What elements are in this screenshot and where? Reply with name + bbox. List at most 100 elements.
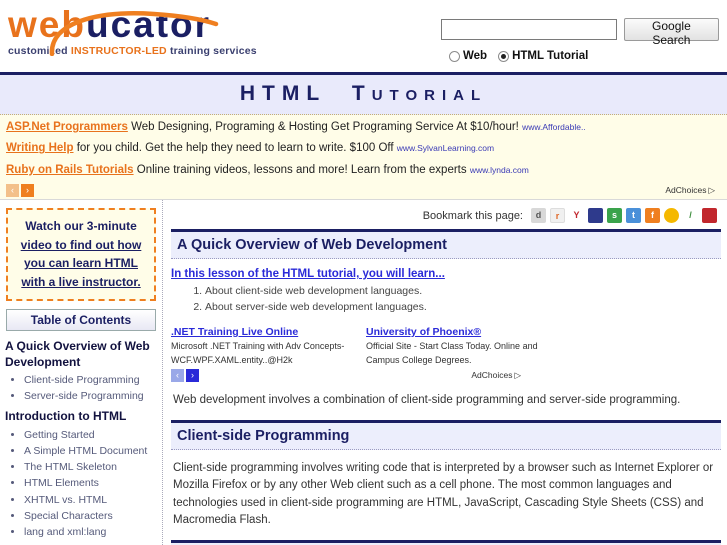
promo-link-2[interactable]: video to find out how <box>21 238 142 252</box>
toc-link[interactable]: Server-side Programming <box>24 390 144 402</box>
toc-link[interactable]: HTML Elements <box>24 477 99 489</box>
toc-section-1: A Quick Overview of Web Development Clie… <box>4 338 158 405</box>
list-item: About client-side web development langua… <box>205 284 721 300</box>
tagline-training-services: training services <box>169 45 257 57</box>
top-ad-1-title[interactable]: ASP.Net Programmers <box>6 121 128 133</box>
search-input[interactable] <box>441 19 617 40</box>
toc-link[interactable]: lang and xml:lang <box>24 526 106 538</box>
main-content: Bookmark this page: d r Y s t f / A Quic… <box>163 200 727 545</box>
video-promo-box[interactable]: Watch our 3-minute video to find out how… <box>6 208 156 301</box>
search-scope-radios: Web HTML Tutorial <box>441 50 719 62</box>
radio-html-tutorial[interactable] <box>498 50 510 62</box>
adchoices-triangle-icon: ▷ <box>708 185 715 196</box>
tagline-customized: customized <box>8 45 71 57</box>
inline-ad-2-title[interactable]: University of Phoenix® <box>366 326 541 338</box>
page-title-html: HTML <box>239 82 327 105</box>
ad-prev-arrow-icon[interactable]: ‹ <box>6 184 19 198</box>
inline-ad-2-line1: Official Site - Start Class Today. Onlin… <box>366 340 538 351</box>
lesson-objectives-list: About client-side web development langua… <box>171 284 721 316</box>
client-side-paragraph: Client-side programming involves writing… <box>173 462 714 526</box>
inline-ad-columns: .NET Training Live Online Microsoft .NET… <box>171 326 721 367</box>
inline-ad-1-line2: WCF.WPF.XAML.entity..@H2k <box>171 355 293 366</box>
top-ad-2-title[interactable]: Writing Help <box>6 142 74 154</box>
mixx-icon[interactable] <box>664 208 679 224</box>
google-search-button[interactable]: Google Search <box>623 18 719 47</box>
promo-line-4: with a live instructor. <box>12 273 150 292</box>
logo-tagline: customized INSTRUCTOR-LED training servi… <box>8 45 257 57</box>
stumbleupon-icon[interactable]: s <box>607 208 622 224</box>
inline-adchoices[interactable]: AdChoices ▷ <box>471 370 521 381</box>
toc-section-2-title[interactable]: Introduction to HTML <box>5 408 158 424</box>
list-item[interactable]: Getting Started <box>24 427 158 443</box>
table-of-contents-heading: Table of Contents <box>6 308 156 331</box>
section-heading-html: HTML <box>171 540 721 545</box>
top-ad-2-text: for you child. Get the help they need to… <box>73 142 397 155</box>
digg-icon[interactable] <box>588 208 603 224</box>
toc-link[interactable]: Special Characters <box>24 510 113 522</box>
promo-link-4[interactable]: with a live instructor. <box>21 275 140 289</box>
promo-line-3: you can learn HTML <box>12 254 150 273</box>
list-item[interactable]: Client-side Programming <box>24 372 158 388</box>
facebook-icon[interactable]: f <box>645 208 660 224</box>
section-heading-overview: A Quick Overview of Web Development <box>171 229 721 260</box>
top-ad-nav: ‹ › <box>6 184 721 198</box>
toc-section-2-list: Getting Started A Simple HTML Document T… <box>4 427 158 541</box>
list-item[interactable]: lang and xml:lang <box>24 524 158 540</box>
search-area: Google Search Web HTML Tutorial <box>441 18 719 62</box>
logo-part-cator: cator <box>110 4 212 45</box>
promo-line-1: Watch our 3-minute <box>25 219 137 234</box>
toc-link[interactable]: The HTML Skeleton <box>24 461 117 473</box>
list-item[interactable]: HTML Elements <box>24 475 158 491</box>
logo-part-u: u <box>85 4 111 45</box>
lesson-objectives-link[interactable]: In this lesson of the HTML tutorial, you… <box>171 268 721 280</box>
list-item[interactable]: Server-side Programming <box>24 388 158 404</box>
toc-link[interactable]: XHTML vs. HTML <box>24 494 107 506</box>
toc-link[interactable]: A Simple HTML Document <box>24 445 147 457</box>
sidebar: Watch our 3-minute video to find out how… <box>0 200 163 545</box>
list-item[interactable]: A Simple HTML Document <box>24 443 158 459</box>
inline-ad-next-arrow-icon[interactable]: › <box>186 368 199 382</box>
list-item[interactable]: Special Characters <box>24 508 158 524</box>
list-item[interactable]: XHTML vs. HTML <box>24 492 158 508</box>
inline-ad-1: .NET Training Live Online Microsoft .NET… <box>171 326 346 367</box>
toc-link[interactable]: Getting Started <box>24 429 95 441</box>
inline-adchoices-label: AdChoices <box>471 369 513 380</box>
top-ad-3-title[interactable]: Ruby on Rails Tutorials <box>6 164 134 176</box>
top-ad-3-url: www.lynda.com <box>469 164 529 175</box>
top-ad-3-text: Online training videos, lessons and more… <box>133 163 470 176</box>
bookmark-bar: Bookmark this page: d r Y s t f / <box>171 206 721 229</box>
list-item[interactable]: The HTML Skeleton <box>24 459 158 475</box>
google-bookmarks-icon[interactable] <box>702 208 717 224</box>
promo-link-3[interactable]: you can learn HTML <box>24 256 138 270</box>
inline-ad-2-line2: Campus College Degrees. <box>366 355 472 366</box>
logo-part-web: web <box>8 4 86 45</box>
inline-ad-nav: ‹ › <box>171 368 721 382</box>
slashdot-icon[interactable]: / <box>683 208 698 224</box>
ad-next-arrow-icon[interactable]: › <box>21 184 34 198</box>
inline-ad-1-title[interactable]: .NET Training Live Online <box>171 326 346 338</box>
top-ad-2: Writing Help for you child. Get the help… <box>6 141 721 155</box>
page-title-t: T <box>351 82 372 105</box>
toc-link[interactable]: Client-side Programming <box>24 374 140 386</box>
top-ad-1: ASP.Net Programmers Web Designing, Progr… <box>6 120 721 134</box>
reddit-icon[interactable]: r <box>550 208 565 224</box>
list-item: About server-side web development langua… <box>205 300 721 316</box>
adchoices-triangle-icon: ▷ <box>514 369 521 380</box>
toc-section-1-list: Client-side Programming Server-side Prog… <box>4 372 158 405</box>
radio-web-label: Web <box>463 50 488 62</box>
site-logo[interactable]: webucator customized INSTRUCTOR-LED trai… <box>8 6 257 57</box>
technorati-icon[interactable]: t <box>626 208 641 224</box>
search-row: Google Search <box>441 18 719 47</box>
top-ad-1-text: Web Designing, Programing & Hosting Get … <box>127 121 523 133</box>
top-ad-3: Ruby on Rails Tutorials Online training … <box>6 163 721 177</box>
inline-ad-prev-arrow-icon[interactable]: ‹ <box>171 368 184 382</box>
inline-ad-block: .NET Training Live Online Microsoft .NET… <box>171 324 721 382</box>
yahoo-buzz-icon[interactable]: Y <box>569 208 584 224</box>
logo-wordmark: webucator <box>8 6 257 43</box>
toc-section-1-title[interactable]: A Quick Overview of Web Development <box>5 338 158 370</box>
radio-web[interactable] <box>449 50 460 62</box>
page-title-utorial: UTORIAL <box>371 87 488 104</box>
top-adchoices[interactable]: AdChoices ▷ <box>665 185 715 196</box>
delicious-icon[interactable]: d <box>531 208 546 224</box>
site-header: webucator customized INSTRUCTOR-LED trai… <box>0 0 727 72</box>
